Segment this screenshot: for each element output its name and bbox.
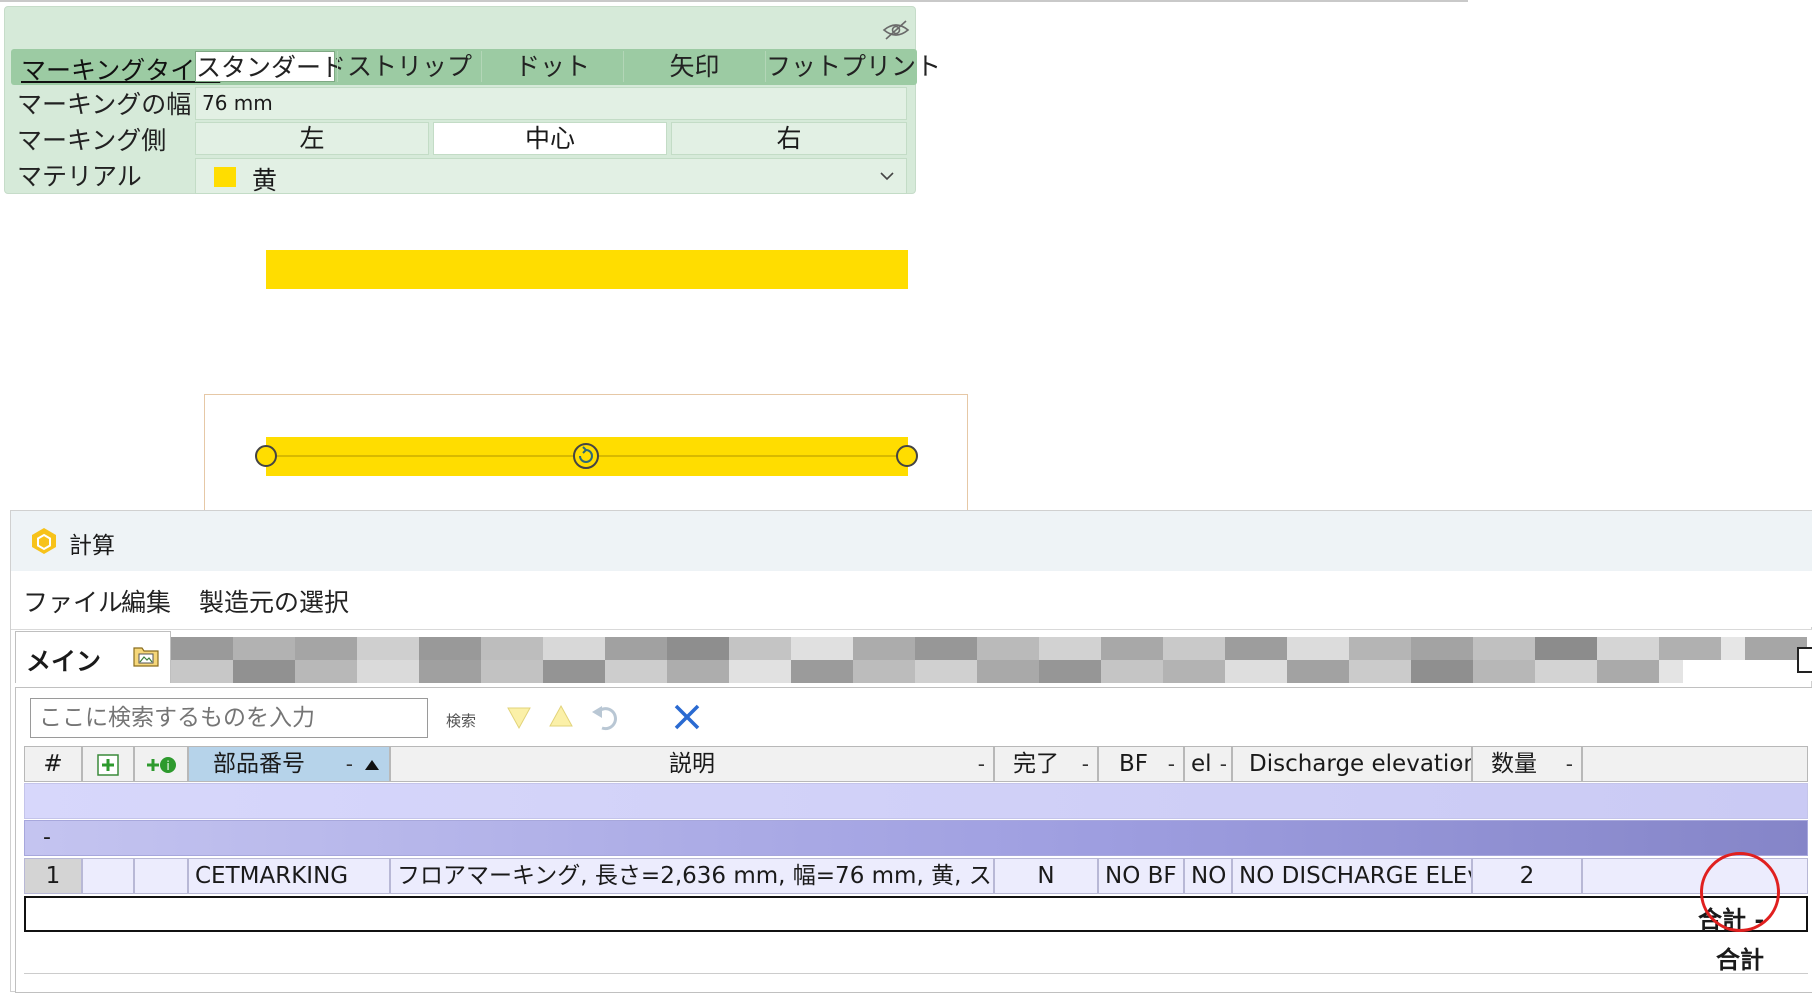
marking-properties-panel: マーキングタイプ スタンダード ストリップ ドット 矢印 フットプリント マーキ…	[4, 6, 941, 195]
column-header-complete-label: 完了	[1013, 751, 1059, 777]
folder-image-icon[interactable]	[132, 644, 160, 668]
tab-overflow-icon[interactable]	[1797, 647, 1812, 673]
column-header-el[interactable]: el -	[1184, 746, 1232, 782]
side-option-center[interactable]: 中心	[433, 122, 667, 155]
column-header-bf-label: BF	[1119, 751, 1149, 777]
calculation-window: 計算 ファイル 編集 製造元の選択 メイン 検索	[10, 510, 1812, 993]
search-input[interactable]	[30, 698, 428, 738]
search-label: 検索	[446, 712, 477, 730]
sort-ascending-icon[interactable]	[365, 760, 379, 770]
column-header-complete[interactable]: 完了 -	[994, 746, 1098, 782]
row-add-cell[interactable]	[82, 858, 134, 894]
material-label: マテリアル	[17, 162, 142, 191]
menu-file[interactable]: ファイル	[23, 583, 123, 619]
total-label-2: 合計	[1716, 946, 1764, 974]
type-option-footprint[interactable]: フットプリント	[765, 51, 941, 82]
row-info-cell[interactable]	[134, 858, 188, 894]
row-el-cell[interactable]: NO	[1184, 858, 1232, 894]
window-title: 計算	[69, 533, 115, 559]
material-color-swatch	[214, 167, 236, 187]
column-header-info[interactable]: i	[134, 746, 188, 782]
type-option-dot[interactable]: ドット	[481, 51, 623, 82]
add-info-icon[interactable]: i	[145, 754, 177, 776]
clear-search-icon[interactable]	[670, 700, 704, 734]
row-description-cell[interactable]: フロアマーキング, 長さ=2,636 mm, 幅=76 mm, 黄, スタンダー…	[390, 858, 994, 894]
row-bf-cell[interactable]: NO BF	[1098, 858, 1184, 894]
group-band[interactable]: -	[24, 820, 1808, 856]
tab-main-label: メイン	[26, 647, 102, 676]
column-header-description-dash: -	[977, 752, 985, 776]
grand-total-row: 合計	[24, 936, 1808, 974]
column-header-index-label: #	[43, 751, 63, 777]
type-option-arrow[interactable]: 矢印	[623, 51, 765, 82]
window-top-edge	[0, 0, 1468, 2]
group-label: -	[43, 825, 51, 850]
row-complete-cell[interactable]: N	[994, 858, 1098, 894]
marking-width-label: マーキングの幅	[17, 90, 192, 119]
eye-slash-icon[interactable]	[881, 19, 911, 41]
side-option-left[interactable]: 左	[195, 122, 429, 155]
column-header-part-number-dash: -	[345, 752, 353, 776]
column-header-bf[interactable]: BF -	[1098, 746, 1184, 782]
marking-type-row: マーキングタイプ スタンダード ストリップ ドット 矢印 フットプリント	[11, 49, 941, 85]
app-logo-icon	[32, 528, 56, 554]
marking-preview	[266, 250, 908, 289]
title-bar: 計算	[11, 511, 1812, 571]
column-header-description[interactable]: 説明 -	[390, 746, 994, 782]
start-handle[interactable]	[255, 445, 277, 467]
column-header-index[interactable]: #	[24, 746, 82, 782]
column-header-discharge-elevation[interactable]: Discharge elevation -	[1232, 746, 1472, 782]
row-index-cell[interactable]: 1	[24, 858, 82, 894]
material-select[interactable]: 黄	[195, 158, 907, 195]
column-header-part-number-label: 部品番号	[213, 751, 305, 777]
add-plus-icon[interactable]	[97, 754, 119, 776]
column-header-discharge-elevation-label: Discharge elevation	[1249, 751, 1472, 777]
side-option-right[interactable]: 右	[671, 122, 907, 155]
column-header-bf-dash: -	[1167, 752, 1175, 776]
column-header-complete-dash: -	[1081, 752, 1089, 776]
chevron-down-icon[interactable]	[876, 165, 898, 187]
marking-type-label: マーキングタイプ	[21, 56, 221, 85]
redacted-tabs	[171, 637, 1807, 683]
marking-side-label: マーキング側	[17, 126, 167, 155]
results-grid: # i 部品番号 - 説明 - 完了 - BF - el - Discharge…	[24, 746, 1808, 994]
column-header-discharge-elevation-dash: -	[1455, 752, 1463, 776]
marking-width-field[interactable]: 76 mm	[195, 87, 907, 120]
column-header-extra	[1582, 746, 1808, 782]
column-header-quantity-label: 数量	[1491, 751, 1537, 777]
results-pane: 検索 #	[15, 687, 1812, 993]
column-header-el-label: el	[1191, 751, 1212, 777]
menu-manufacturer-select[interactable]: 製造元の選択	[199, 583, 349, 619]
row-discharge-elevation-cell[interactable]: NO DISCHARGE ELEv	[1232, 858, 1472, 894]
row-part-number-cell[interactable]: CETMARKING	[188, 858, 390, 894]
column-header-add[interactable]	[82, 746, 134, 782]
type-option-standard[interactable]: スタンダード	[195, 51, 346, 82]
find-previous-up-icon[interactable]	[544, 700, 578, 734]
total-row: 合計 -	[24, 896, 1808, 934]
end-handle[interactable]	[896, 445, 918, 467]
group-band-top[interactable]	[24, 783, 1808, 819]
rotate-handle-icon[interactable]	[570, 440, 602, 472]
column-header-quantity[interactable]: 数量 -	[1472, 746, 1582, 782]
find-next-down-icon[interactable]	[502, 700, 536, 734]
type-option-strip[interactable]: ストリップ	[337, 51, 481, 82]
menu-edit[interactable]: 編集	[121, 583, 171, 619]
tab-main[interactable]: メイン	[15, 631, 171, 683]
svg-text:i: i	[166, 759, 169, 773]
material-value: 黄	[252, 166, 278, 195]
row-quantity-cell[interactable]: 2	[1472, 858, 1582, 894]
column-header-el-dash: -	[1219, 752, 1227, 776]
quantity-highlight-circle	[1700, 852, 1780, 932]
undo-search-icon[interactable]	[588, 700, 622, 734]
column-header-description-label: 説明	[669, 751, 715, 777]
column-header-part-number[interactable]: 部品番号 -	[188, 746, 390, 782]
column-header-quantity-dash: -	[1565, 752, 1573, 776]
